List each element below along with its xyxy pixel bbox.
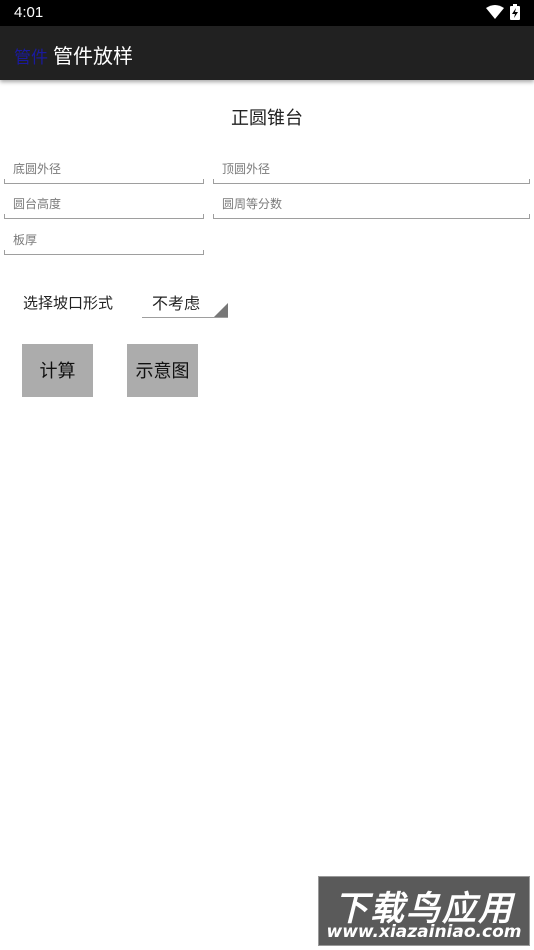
circumference-divisions-input[interactable] bbox=[213, 192, 530, 216]
top-diameter-input[interactable] bbox=[213, 157, 530, 181]
wifi-icon bbox=[486, 5, 504, 19]
diagram-button[interactable]: 示意图 bbox=[127, 344, 198, 397]
status-icons bbox=[486, 4, 520, 20]
bevel-type-value: 不考虑 bbox=[152, 294, 201, 313]
status-bar: 4:01 bbox=[0, 0, 534, 26]
status-time: 4:01 bbox=[14, 4, 44, 21]
page-title: 正圆锥台 bbox=[231, 108, 303, 129]
battery-charging-icon bbox=[510, 4, 520, 20]
calculate-button[interactable]: 计算 bbox=[22, 344, 93, 397]
watermark-url: www.xiazainiao.com bbox=[326, 922, 522, 942]
app-bar-title: 管件放样 bbox=[53, 44, 133, 68]
bottom-diameter-field bbox=[4, 157, 204, 184]
circumference-divisions-field bbox=[213, 192, 530, 219]
top-diameter-field bbox=[213, 157, 530, 184]
app-bar: 管件 管件放样 bbox=[0, 26, 534, 80]
frustum-height-input[interactable] bbox=[4, 192, 204, 216]
frustum-height-field bbox=[4, 192, 204, 219]
watermark: 下载鸟应用 www.xiazainiao.com bbox=[318, 876, 530, 946]
dropdown-arrow-icon bbox=[214, 303, 228, 317]
bottom-diameter-input[interactable] bbox=[4, 157, 204, 181]
app-bar-menu-label[interactable]: 管件 bbox=[14, 43, 48, 68]
plate-thickness-field bbox=[4, 228, 204, 255]
bevel-type-select[interactable]: 不考虑 bbox=[142, 289, 228, 318]
bevel-type-label: 选择坡口形式 bbox=[23, 294, 114, 312]
plate-thickness-input[interactable] bbox=[4, 228, 204, 252]
